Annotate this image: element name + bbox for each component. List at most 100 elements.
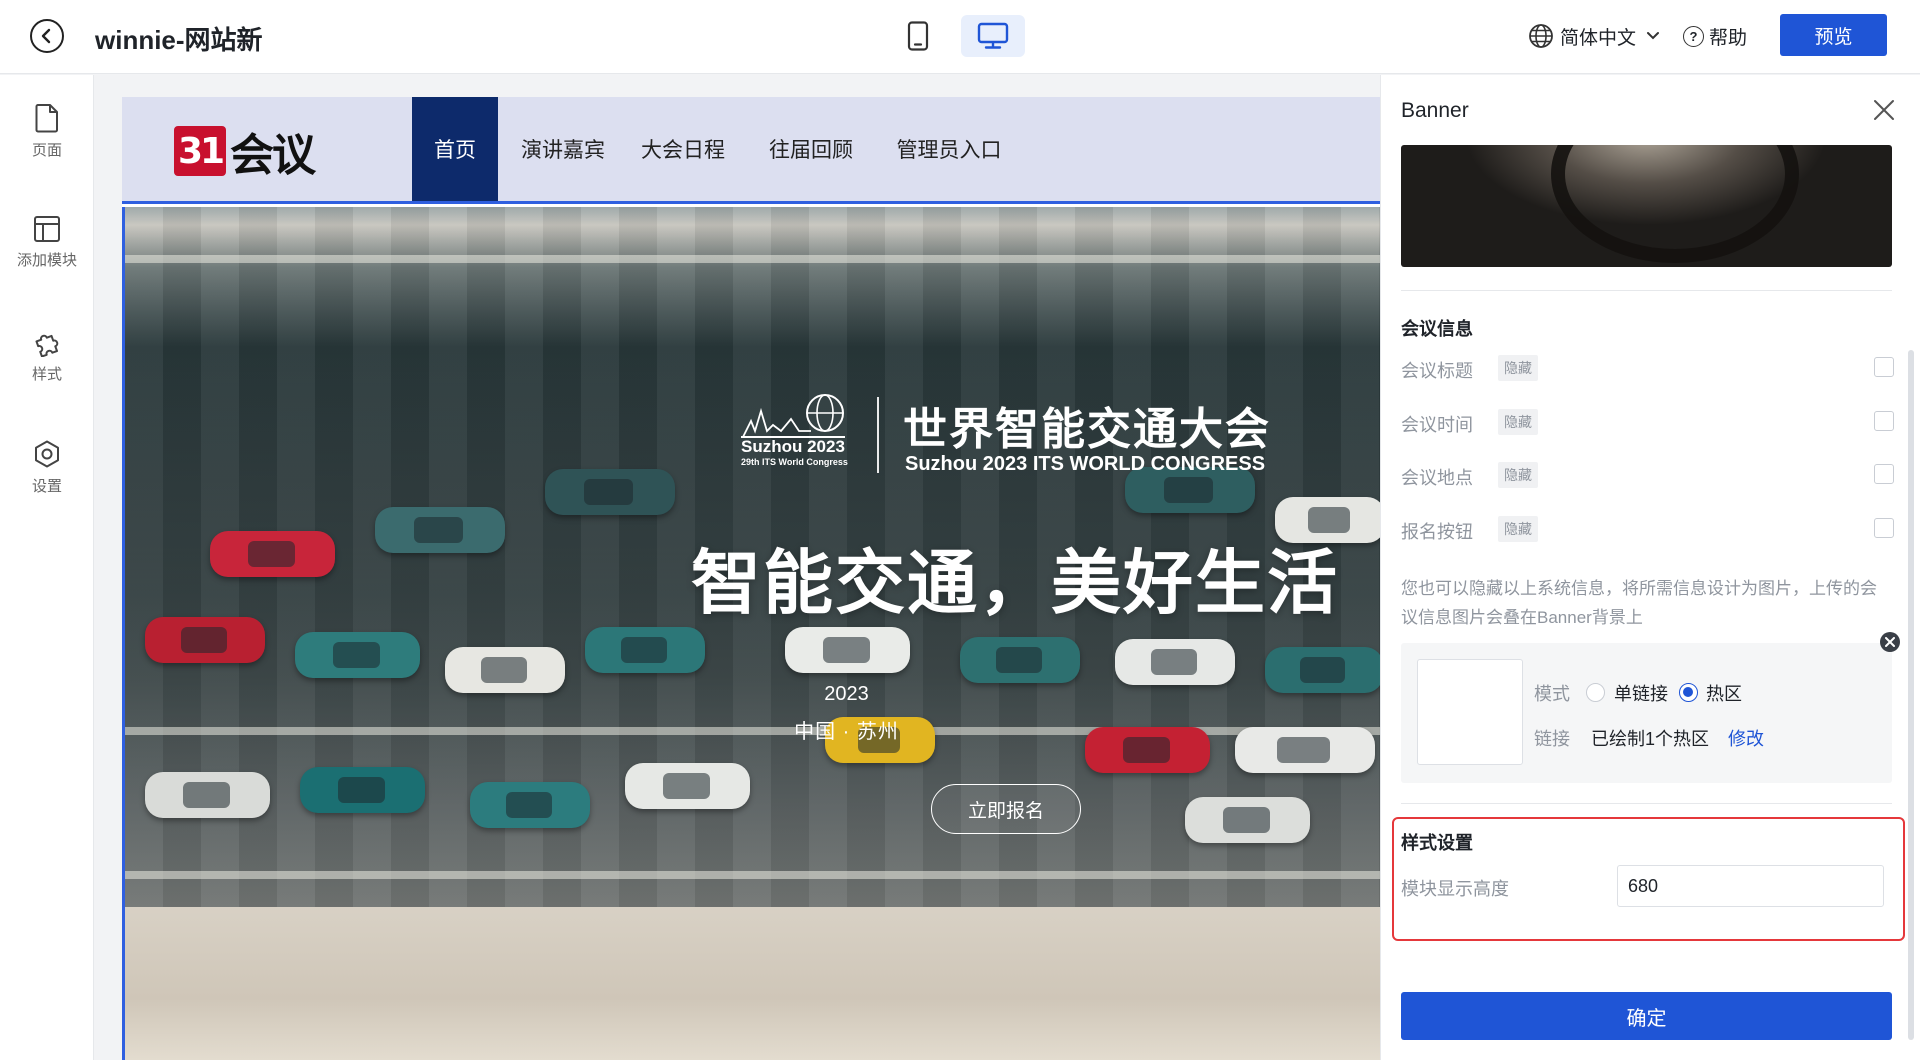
car	[470, 782, 590, 828]
field-checkbox-location[interactable]	[1874, 464, 1894, 484]
preview-button[interactable]: 预览	[1780, 14, 1887, 56]
info-image-upload[interactable]	[1417, 659, 1523, 765]
field-label: 会议地点	[1401, 468, 1473, 488]
banner-en-title: Suzhou 2023 ITS WORLD CONGRESS	[905, 453, 1266, 475]
banner-module[interactable]: Suzhou 2023 29th ITS World Congress 世界智能…	[122, 207, 1380, 1060]
chevron-down-icon	[1647, 32, 1660, 40]
height-label: 模块显示高度	[1401, 879, 1509, 899]
rail-label-settings: 设置	[31, 478, 62, 495]
left-rail: 页面 添加模块 样式 设置	[0, 75, 94, 1060]
confirm-button[interactable]: 确定	[1401, 992, 1892, 1040]
mobile-view-button[interactable]	[886, 15, 950, 57]
panel-title: Banner	[1401, 99, 1469, 122]
nav-item-review[interactable]: 往届回顾	[756, 97, 866, 201]
puzzle-icon	[35, 334, 59, 357]
divider	[1401, 803, 1892, 804]
car	[375, 507, 505, 553]
field-checkbox-time[interactable]	[1874, 411, 1894, 431]
hint-text: 您也可以隐藏以上系统信息，将所需信息设计为图片，上传的会议信息图片会叠在Bann…	[1401, 579, 1877, 627]
back-button[interactable]	[30, 19, 64, 53]
banner-year: 2023	[824, 683, 869, 705]
close-icon[interactable]	[1871, 97, 1897, 123]
rail-item-page[interactable]: 页面	[0, 103, 94, 183]
nav-item-agenda[interactable]: 大会日程	[628, 97, 738, 201]
globe-icon	[1529, 24, 1553, 48]
field-checkbox-title[interactable]	[1874, 357, 1894, 377]
field-label: 报名按钮	[1401, 522, 1473, 542]
mode-radio-single-link[interactable]	[1586, 683, 1605, 702]
field-row-title: 会议标题 隐藏	[1401, 352, 1894, 386]
help-label: 帮助	[1709, 27, 1748, 49]
site-title: winnie-网站新	[95, 25, 263, 55]
field-row-time: 会议时间 隐藏	[1401, 406, 1894, 440]
car	[785, 627, 910, 673]
mode-radio-hotspot[interactable]	[1679, 683, 1698, 702]
panel-scroll-area[interactable]: 会议信息 会议标题 隐藏 会议时间 隐藏 会议地点 隐藏 报名按钮 隐藏 您也可…	[1381, 145, 1920, 1060]
car	[960, 637, 1080, 683]
nav-item-speakers[interactable]: 演讲嘉宾	[508, 97, 618, 201]
desktop-view-button[interactable]	[961, 15, 1025, 57]
congress-skyline-icon	[741, 394, 845, 438]
banner-cn-title: 世界智能交通大会	[903, 405, 1271, 454]
height-input[interactable]	[1617, 865, 1884, 907]
congress-logo-year: Suzhou 2023	[741, 437, 845, 456]
car	[1115, 639, 1235, 685]
divider	[1401, 290, 1892, 291]
road-marking	[125, 255, 1380, 263]
logo-mark: 31	[174, 126, 226, 176]
gear-icon	[35, 440, 59, 468]
close-icon	[1885, 637, 1895, 647]
hidden-tag: 隐藏	[1498, 516, 1538, 542]
car	[300, 767, 425, 813]
mode-label: 模式	[1534, 684, 1570, 704]
mobile-icon	[907, 21, 929, 51]
mode-option-hotspot[interactable]: 热区	[1706, 680, 1742, 706]
banner-slogan: 智能交通，美好生活	[691, 544, 1339, 622]
car	[625, 763, 750, 809]
site-canvas: 31 会议 首页 演讲嘉宾 大会日程 往届回顾 管理员入口 Suzhou 202…	[122, 97, 1380, 1060]
chevron-left-icon	[41, 28, 51, 44]
link-label: 链接	[1534, 729, 1570, 749]
edit-hotspot-link[interactable]: 修改	[1728, 725, 1764, 751]
car	[210, 531, 335, 577]
rail-label-style: 样式	[31, 366, 62, 383]
title-divider	[877, 397, 879, 473]
banner-image-thumbnail[interactable]	[1401, 145, 1892, 267]
field-row-register: 报名按钮 隐藏	[1401, 513, 1894, 547]
field-checkbox-register[interactable]	[1874, 518, 1894, 538]
car	[295, 632, 420, 678]
hidden-tag: 隐藏	[1498, 462, 1538, 488]
field-label: 会议时间	[1401, 415, 1473, 435]
register-button[interactable]: 立即报名	[931, 784, 1081, 834]
info-image-card: 模式 单链接 热区 链接 已绘制1个热区 修改	[1401, 643, 1892, 783]
banner-place: 中国 · 苏州	[794, 721, 899, 743]
link-value: 已绘制1个热区	[1591, 729, 1710, 749]
site-navbar[interactable]: 31 会议 首页 演讲嘉宾 大会日程 往届回顾 管理员入口	[122, 97, 1380, 204]
panel-scrollbar[interactable]	[1908, 350, 1914, 1040]
rail-item-add-module[interactable]: 添加模块	[0, 215, 94, 295]
field-label: 会议标题	[1401, 361, 1473, 381]
hidden-tag: 隐藏	[1498, 355, 1538, 381]
car	[1185, 797, 1310, 843]
remove-image-button[interactable]	[1880, 632, 1900, 652]
help-icon: ?	[1683, 25, 1704, 47]
help-button[interactable]: ? 帮助	[1683, 20, 1747, 52]
nav-item-home[interactable]: 首页	[412, 97, 498, 201]
car	[145, 772, 270, 818]
road-marking	[125, 871, 1380, 879]
field-row-location: 会议地点 隐藏	[1401, 459, 1894, 493]
site-logo: 31 会议	[174, 123, 316, 180]
language-label: 简体中文	[1560, 27, 1637, 49]
hidden-tag: 隐藏	[1498, 409, 1538, 435]
rail-label-add-module: 添加模块	[16, 252, 77, 269]
mode-option-single-link[interactable]: 单链接	[1614, 680, 1668, 706]
language-select[interactable]: 简体中文	[1528, 20, 1660, 52]
rail-item-style[interactable]: 样式	[0, 327, 94, 407]
rail-item-settings[interactable]: 设置	[0, 439, 94, 519]
style-settings-title: 样式设置	[1401, 833, 1473, 853]
nav-item-admin[interactable]: 管理员入口	[884, 97, 1014, 201]
logo-text: 会议	[230, 131, 316, 180]
congress-logo-sub: 29th ITS World Congress	[741, 457, 848, 467]
car	[145, 617, 265, 663]
page-icon	[35, 104, 58, 133]
